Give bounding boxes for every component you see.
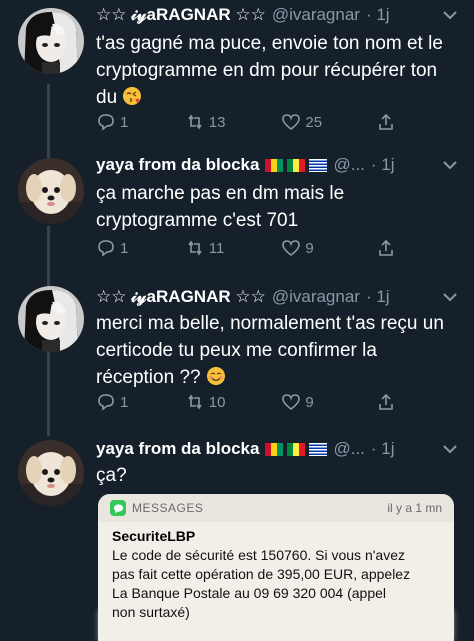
tweet-text-content: ça? [96, 465, 127, 486]
uruguay-flag-icon [309, 158, 328, 172]
notification-line: La Banque Postale au 09 69 320 004 (appe… [112, 585, 387, 601]
flag-group [265, 442, 328, 456]
tweet-text-content: t'as gagné ma puce, envoie ton nom et le… [96, 33, 443, 108]
thread-line [47, 226, 50, 286]
retweet-button[interactable]: 11 [185, 238, 282, 258]
chevron-down-icon[interactable] [442, 289, 458, 305]
like-count: 9 [305, 239, 314, 257]
author-name[interactable]: yaya from da blocka [96, 155, 259, 175]
like-button[interactable]: 25 [281, 112, 376, 132]
chevron-down-icon[interactable] [442, 441, 458, 457]
avatar[interactable] [18, 286, 84, 352]
retweet-button[interactable]: 13 [185, 112, 282, 132]
thread-line [47, 84, 50, 158]
sms-notification-image[interactable]: MESSAGES il y a 1 mn SecuriteLBP Le code… [98, 494, 454, 641]
like-button[interactable]: 9 [281, 392, 376, 412]
retweet-count: 10 [208, 393, 226, 411]
reply-button[interactable]: 1 [96, 238, 185, 258]
dog-avatar-icon [18, 440, 84, 506]
smiling-face-icon [206, 367, 225, 385]
tweet-text: ça marche pas en dm mais le cryptogramme… [96, 180, 460, 234]
heart-icon [282, 114, 301, 131]
chevron-down-icon[interactable] [442, 7, 458, 23]
like-button[interactable]: 9 [281, 238, 376, 258]
tweet-time[interactable]: · 1j [366, 287, 390, 307]
retweet-icon [188, 240, 202, 256]
guinea-flag-icon [265, 442, 284, 456]
like-count: 9 [305, 393, 314, 411]
tweet-actions: 1 11 9 [96, 236, 396, 260]
uruguay-flag-icon [309, 442, 328, 456]
author-handle[interactable]: @... [333, 439, 364, 459]
notification-header: MESSAGES il y a 1 mn [98, 494, 454, 522]
flag-group [265, 158, 328, 172]
tweet-text: t'as gagné ma puce, envoie ton nom et le… [96, 30, 460, 111]
retweet-count: 11 [208, 239, 225, 257]
notification-sender: SecuriteLBP [112, 528, 196, 544]
reply-count: 1 [120, 239, 129, 257]
tweet-text-content: ça marche pas en dm mais le cryptogramme… [96, 183, 345, 231]
author-handle[interactable]: @ivaragnar [272, 5, 360, 25]
share-button[interactable] [376, 238, 396, 258]
chevron-down-icon[interactable] [442, 157, 458, 173]
notification-body: Le code de sécurité est 150760. Si vous … [98, 544, 454, 622]
reply-icon [98, 240, 114, 257]
heart-icon [282, 240, 301, 257]
avatar[interactable] [18, 8, 84, 74]
author-name[interactable]: ☆☆ 𝒾𝓎aRAGNAR ☆☆ [96, 287, 266, 307]
anime-avatar-icon [18, 8, 84, 74]
reply-button[interactable]: 1 [96, 392, 185, 412]
author-name[interactable]: yaya from da blocka [96, 439, 259, 459]
senegal-flag-icon [287, 158, 306, 172]
notification-line: non surtaxé) [112, 604, 190, 620]
tweet-text: merci ma belle, normalement t'as reçu un… [96, 310, 460, 391]
senegal-flag-icon [287, 442, 306, 456]
tweet-text: ça? [96, 462, 460, 489]
notification-line: Le code de sécurité est 150760. Si vous … [112, 547, 405, 563]
reply-button[interactable]: 1 [96, 112, 185, 132]
tweet-text-content: merci ma belle, normalement t'as reçu un… [96, 313, 444, 388]
author-handle[interactable]: @... [333, 155, 364, 175]
tweet-time[interactable]: · 1j [371, 439, 395, 459]
notification-app-name: MESSAGES [132, 501, 204, 515]
retweet-icon [188, 394, 202, 410]
tweet-time[interactable]: · 1j [366, 5, 390, 25]
dog-avatar-icon [18, 158, 84, 224]
author-handle[interactable]: @ivaragnar [272, 287, 360, 307]
share-icon [379, 239, 393, 256]
face-blowing-kiss-icon [123, 87, 142, 105]
messages-app-icon [110, 500, 126, 516]
share-icon [379, 113, 393, 130]
author-name[interactable]: ☆☆ 𝒾𝓎aRAGNAR ☆☆ [96, 5, 266, 25]
retweet-count: 13 [208, 113, 226, 131]
anime-avatar-icon [18, 286, 84, 352]
retweet-icon [188, 114, 202, 130]
like-count: 25 [305, 113, 323, 131]
notification-line: pas fait cette opération de 395,00 EUR, … [112, 566, 411, 582]
guinea-flag-icon [265, 158, 284, 172]
heart-icon [282, 394, 301, 411]
reply-icon [98, 394, 114, 411]
reply-icon [98, 114, 114, 131]
tweet-actions: 1 10 9 [96, 390, 396, 414]
avatar[interactable] [18, 440, 84, 506]
retweet-button[interactable]: 10 [185, 392, 282, 412]
share-icon [379, 393, 393, 410]
reply-count: 1 [120, 393, 129, 411]
share-button[interactable] [376, 112, 396, 132]
tweet-time[interactable]: · 1j [371, 155, 395, 175]
tweet-actions: 1 13 25 [96, 110, 396, 134]
notification-time: il y a 1 mn [387, 501, 442, 515]
share-button[interactable] [376, 392, 396, 412]
thread-line [47, 352, 50, 436]
avatar[interactable] [18, 158, 84, 224]
reply-count: 1 [120, 113, 129, 131]
